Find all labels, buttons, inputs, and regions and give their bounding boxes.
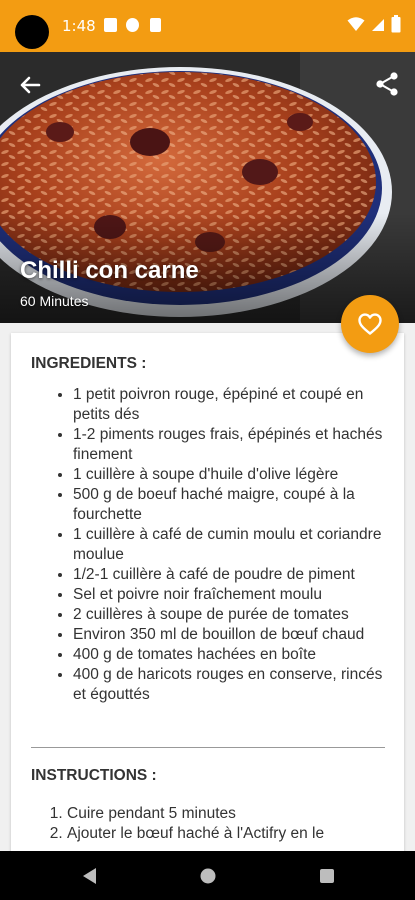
instructions-heading: INSTRUCTIONS :	[31, 767, 157, 784]
back-button[interactable]	[14, 69, 46, 101]
instruction-step: Ajouter le bœuf haché à l'Actifry en le	[67, 824, 391, 844]
wifi-icon	[347, 17, 365, 31]
instruction-step: Cuire pendant 5 minutes	[67, 804, 391, 824]
ingredient-item: 400 g de tomates hachées en boîte	[73, 645, 391, 665]
square-recents-icon[interactable]	[318, 866, 336, 886]
navigation-bar	[0, 851, 415, 900]
battery-icon	[391, 15, 401, 33]
ingredient-item: 1 petit poivron rouge, épépiné et coupé …	[73, 385, 391, 425]
notification-icon	[126, 18, 139, 32]
ingredient-item: 500 g de boeuf haché maigre, coupé à la …	[73, 485, 391, 525]
ingredient-item: 400 g de haricots rouges en conserve, ri…	[73, 665, 391, 705]
status-bar: 1:48	[0, 0, 415, 52]
share-button[interactable]	[371, 68, 403, 100]
ingredient-item: 1 cuillère à café de cumin moulu et cori…	[73, 525, 391, 565]
status-time: 1:48	[62, 17, 96, 35]
recipe-title: Chilli con carne	[20, 257, 199, 284]
ingredient-item: 2 cuillères à soupe de purée de tomates	[73, 605, 391, 625]
heart-outline-icon	[358, 313, 382, 335]
notification-icon	[104, 18, 117, 32]
ingredients-heading: INGREDIENTS :	[31, 355, 147, 372]
circle-home-icon[interactable]	[199, 866, 217, 886]
ingredients-list: 1 petit poivron rouge, épépiné et coupé …	[31, 385, 391, 705]
ingredient-item: 1-2 piments rouges frais, épépinés et ha…	[73, 425, 391, 465]
instructions-list: Cuire pendant 5 minutes Ajouter le bœuf …	[31, 804, 391, 844]
signal-icon	[372, 19, 384, 31]
section-divider	[31, 747, 385, 748]
ingredient-item: 1 cuillère à soupe d'huile d'olive légèr…	[73, 465, 391, 485]
recipe-card: INGREDIENTS : 1 petit poivron rouge, épé…	[11, 333, 404, 863]
system-icons	[347, 15, 401, 33]
ingredient-item: Environ 350 ml de bouillon de bœuf chaud	[73, 625, 391, 645]
ingredient-item: 1/2-1 cuillère à café de poudre de pimen…	[73, 565, 391, 585]
recipe-hero: Chilli con carne 60 Minutes	[0, 52, 415, 323]
favorite-button[interactable]	[341, 295, 399, 353]
camera-cutout	[15, 15, 49, 49]
arrow-back-icon	[20, 76, 41, 94]
ingredient-item: Sel et poivre noir fraîchement moulu	[73, 585, 391, 605]
notification-icon	[150, 18, 161, 32]
share-icon	[376, 72, 398, 96]
triangle-back-icon[interactable]	[80, 866, 98, 886]
recipe-duration: 60 Minutes	[20, 293, 89, 309]
